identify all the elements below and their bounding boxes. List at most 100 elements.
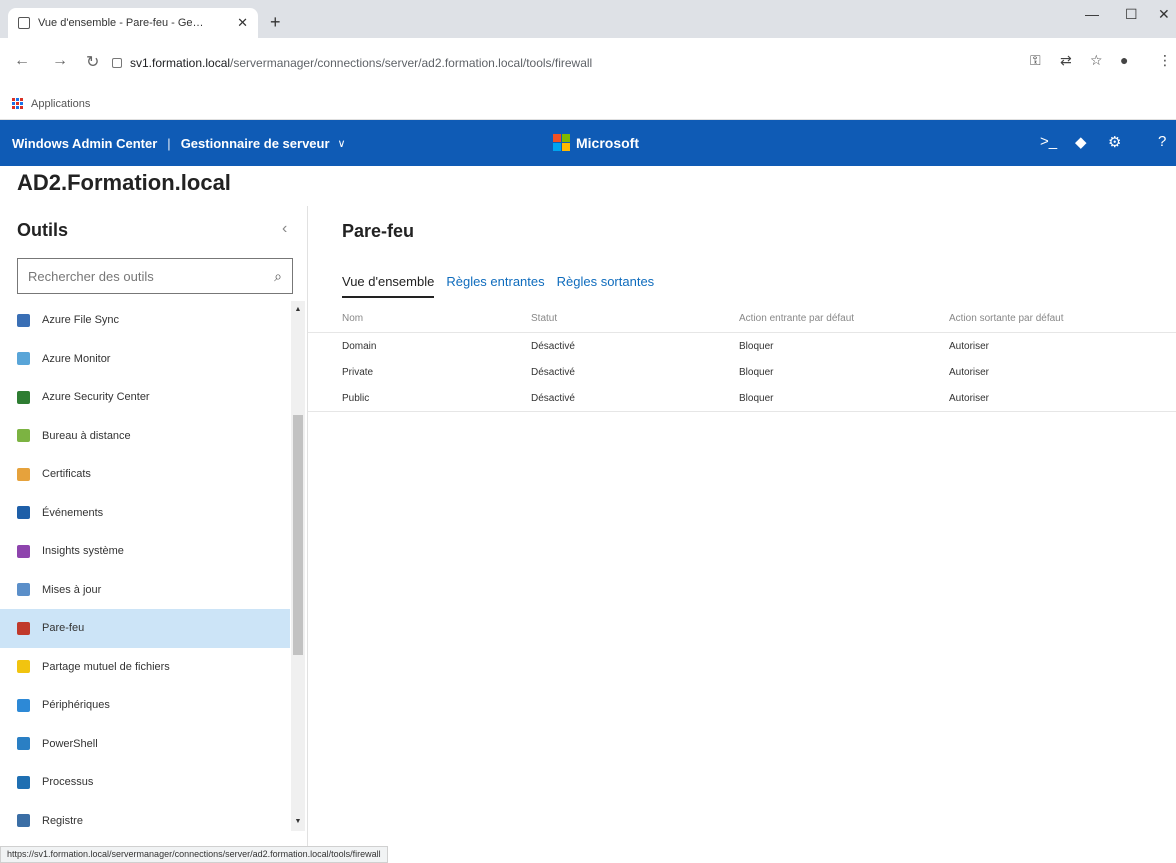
- file-share-icon: [17, 660, 30, 674]
- chevron-down-icon[interactable]: ∨: [338, 137, 346, 150]
- table-row[interactable]: Private Désactivé Bloquer Autoriser: [308, 359, 1176, 385]
- firewall-profiles-table: Nom Statut Action entrante par défaut Ac…: [308, 305, 1176, 412]
- microsoft-logo-icon: [553, 134, 570, 151]
- sidebar-item-label: Périphériques: [42, 699, 110, 712]
- browser-tab-title: Vue d'ensemble - Pare-feu - Ge…: [38, 17, 204, 29]
- reload-icon[interactable]: ↻: [86, 52, 99, 72]
- cell-name: Domain: [342, 340, 377, 352]
- status-url: https://sv1.formation.local/servermanage…: [0, 846, 388, 863]
- apps-grid-icon[interactable]: [12, 98, 23, 109]
- column-header-inbound[interactable]: Action entrante par défaut: [731, 313, 945, 324]
- events-icon: [17, 506, 30, 520]
- url-path: /servermanager/connections/server/ad2.fo…: [230, 56, 593, 70]
- devices-icon: [17, 698, 30, 712]
- tool-search-input[interactable]: [28, 268, 275, 284]
- scroll-up-icon[interactable]: ▲: [291, 303, 305, 317]
- cell-name: Public: [342, 392, 370, 404]
- process-icon: [17, 775, 30, 789]
- updates-icon: [17, 583, 30, 597]
- address-bar: ← → ↻ sv1.formation.local/servermanager/…: [0, 38, 1176, 88]
- collapse-sidebar-icon[interactable]: ‹: [282, 220, 287, 238]
- bookmarks-bar: Applications: [0, 88, 1176, 120]
- table-row[interactable]: Public Désactivé Bloquer Autoriser: [308, 385, 1176, 411]
- table-row[interactable]: Domain Désactivé Bloquer Autoriser: [308, 333, 1176, 359]
- sidebar-item-label: Azure Security Center: [42, 391, 150, 404]
- browser-tab-bar: Vue d'ensemble - Pare-feu - Ge… ✕ + — ☐ …: [0, 0, 1176, 38]
- cell-status: Désactivé: [531, 392, 575, 404]
- cell-status: Désactivé: [531, 366, 575, 378]
- sidebar-item[interactable]: PowerShell: [0, 725, 290, 764]
- app-title[interactable]: Windows Admin Center: [12, 136, 157, 151]
- url-host: sv1.formation.local: [130, 56, 231, 70]
- sidebar-item[interactable]: Périphériques: [0, 686, 290, 725]
- remote-desktop-icon: [17, 429, 30, 443]
- sidebar-item[interactable]: Insights système: [0, 532, 290, 571]
- tools-sidebar: Outils ‹ ⌕ Azure File Sync Azure Monitor A…: [0, 206, 308, 863]
- lock-icon: [112, 58, 122, 68]
- sidebar-item-label: PowerShell: [42, 737, 98, 750]
- scroll-down-icon[interactable]: ▼: [291, 815, 305, 829]
- sidebar-item-label: Processus: [42, 776, 94, 789]
- sidebar-item[interactable]: Azure Security Center: [0, 378, 290, 417]
- column-header-status[interactable]: Statut: [519, 313, 731, 324]
- help-icon[interactable]: ?: [1158, 133, 1166, 150]
- gear-icon[interactable]: ⚙: [1108, 133, 1121, 151]
- back-icon[interactable]: ←: [14, 52, 30, 70]
- bookmark-applications[interactable]: Applications: [31, 98, 90, 110]
- sidebar-item-label: Azure Monitor: [42, 352, 111, 365]
- sidebar-item-label: Événements: [42, 506, 104, 519]
- tab-outbound-rules[interactable]: Règles sortantes: [557, 274, 655, 298]
- registry-icon: [17, 814, 30, 828]
- column-header-outbound[interactable]: Action sortante par défaut: [945, 313, 1176, 324]
- cell-inbound: Bloquer: [739, 340, 774, 352]
- search-icon[interactable]: ⌕: [274, 268, 282, 285]
- notifications-icon[interactable]: ◆: [1075, 133, 1087, 151]
- microsoft-logo: Microsoft: [553, 134, 639, 151]
- minimize-icon[interactable]: —: [1085, 6, 1099, 22]
- browser-tab[interactable]: Vue d'ensemble - Pare-feu - Ge… ✕: [8, 8, 258, 38]
- sidebar-item[interactable]: Registre: [0, 802, 290, 841]
- sidebar-item-label: Pare-feu: [42, 622, 85, 635]
- sidebar-item[interactable]: Partage mutuel de fichiers: [0, 648, 290, 687]
- star-icon[interactable]: ☆: [1090, 52, 1103, 69]
- sidebar-item[interactable]: Événements: [0, 494, 290, 533]
- insights-icon: [17, 544, 30, 558]
- tab-inbound-rules[interactable]: Règles entrantes: [446, 274, 544, 298]
- forward-icon[interactable]: →: [52, 52, 68, 70]
- sidebar-item[interactable]: Azure File Sync: [0, 301, 290, 340]
- sidebar-item[interactable]: Bureau à distance: [0, 417, 290, 456]
- translate-icon[interactable]: ⇄: [1060, 52, 1072, 69]
- key-icon[interactable]: ⚿: [1030, 52, 1041, 69]
- sidebar-title: Outils: [17, 220, 69, 240]
- sidebar-scrollbar[interactable]: ▲ ▼: [291, 301, 305, 831]
- scrollbar-thumb[interactable]: [293, 415, 303, 655]
- new-tab-button[interactable]: +: [270, 12, 281, 33]
- sidebar-item[interactable]: Mises à jour: [0, 571, 290, 610]
- cell-name: Private: [342, 366, 374, 378]
- profile-icon[interactable]: ●: [1120, 52, 1128, 68]
- sidebar-item[interactable]: Pare-feu: [0, 609, 290, 648]
- tool-search: ⌕: [17, 258, 293, 294]
- sidebar-item-label: Mises à jour: [42, 583, 102, 596]
- solution-switcher[interactable]: Gestionnaire de serveur: [181, 136, 330, 151]
- tab-overview[interactable]: Vue d'ensemble: [342, 274, 435, 298]
- sidebar-item[interactable]: Processus: [0, 763, 290, 802]
- sidebar-item-label: Insights système: [42, 545, 124, 558]
- terminal-icon[interactable]: >_: [1040, 133, 1057, 150]
- cell-outbound: Autoriser: [949, 340, 990, 352]
- sidebar-item[interactable]: Certificats: [0, 455, 290, 494]
- window-close-icon[interactable]: ✕: [1158, 6, 1170, 23]
- sidebar-item-label: Azure File Sync: [42, 314, 120, 327]
- column-header-name[interactable]: Nom: [308, 313, 519, 324]
- cell-status: Désactivé: [531, 340, 575, 352]
- url-field[interactable]: sv1.formation.local/servermanager/connec…: [112, 49, 1002, 77]
- brand-label: Microsoft: [576, 134, 639, 151]
- table-bottom-border: [308, 411, 1176, 412]
- close-tab-icon[interactable]: ✕: [237, 15, 248, 31]
- maximize-icon[interactable]: ☐: [1125, 6, 1138, 23]
- menu-icon[interactable]: ⋮: [1158, 52, 1172, 69]
- firewall-icon: [17, 621, 30, 635]
- table-header: Nom Statut Action entrante par défaut Ac…: [308, 305, 1176, 333]
- sidebar-item-label: Partage mutuel de fichiers: [42, 660, 170, 673]
- sidebar-item[interactable]: Azure Monitor: [0, 340, 290, 379]
